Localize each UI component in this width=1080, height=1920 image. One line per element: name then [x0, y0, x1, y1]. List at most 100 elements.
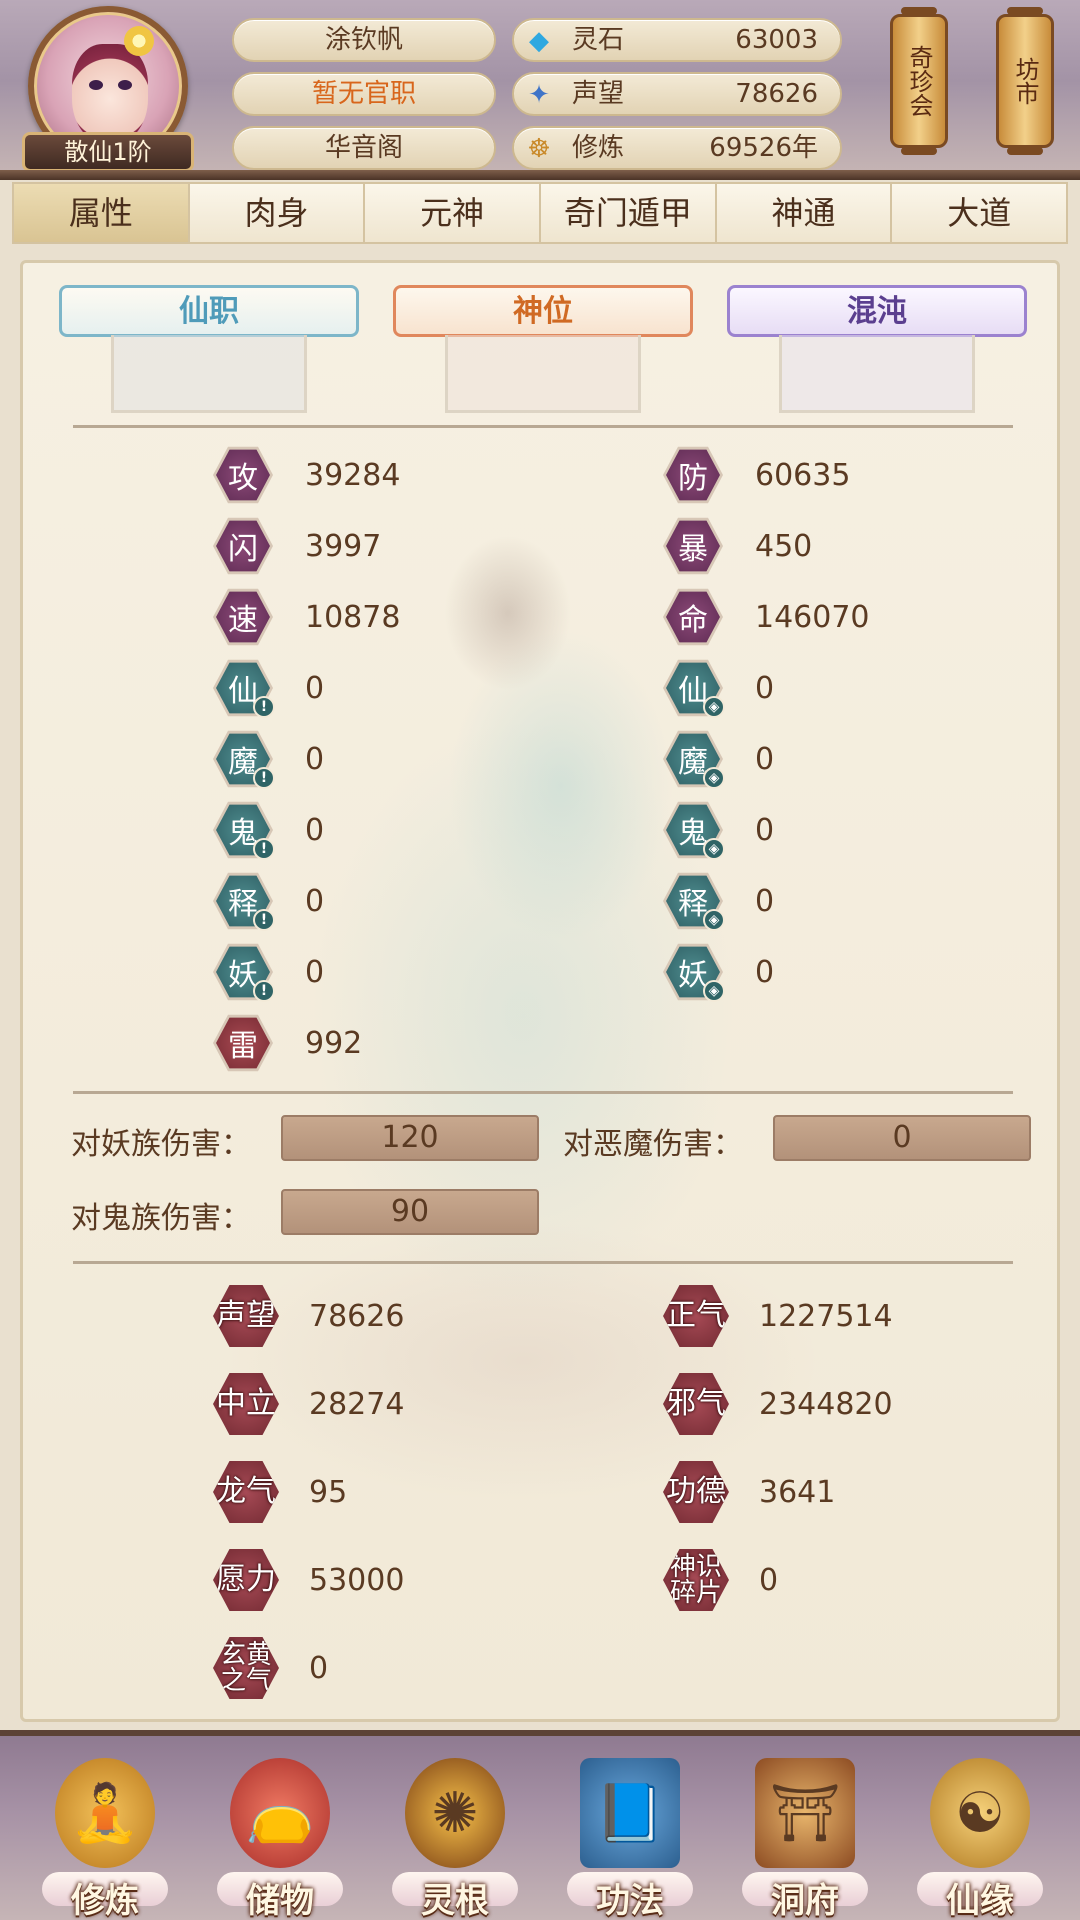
dodge-icon: 闪	[216, 520, 270, 572]
stat-ghost-attack: 鬼! 0	[213, 802, 325, 860]
sword-badge-icon: !	[253, 980, 275, 1002]
nav-cultivate[interactable]: 🧘 修炼	[30, 1754, 180, 1920]
shield-badge-icon: ◈	[703, 696, 725, 718]
tab-soul[interactable]: 元神	[365, 184, 542, 242]
misc-evil-qi: 邪气 2344820	[663, 1371, 893, 1437]
misc-wish-power: 愿力 53000	[213, 1547, 404, 1613]
sword-badge-icon: !	[253, 838, 275, 860]
tab-attributes[interactable]: 属性	[14, 184, 190, 242]
stat-immortal-defense: 仙 ◈ 0	[663, 660, 774, 718]
neutral-badge-icon: 中立	[213, 1372, 279, 1436]
merit-badge-icon: 功德	[663, 1460, 729, 1524]
stat-health: 命 146070	[663, 589, 870, 645]
rank-hundun[interactable]: 混沌	[727, 285, 1027, 415]
attributes-panel: 仙职 神位 混沌 攻 39284 闪 3997 速 10878 仙! 0 魔! …	[20, 260, 1060, 1722]
market-button[interactable]: 坊市	[996, 7, 1054, 155]
misc-dragon-qi: 龙气 95	[213, 1459, 347, 1525]
stat-yao-defense: 妖 ◈ 0	[663, 944, 774, 1002]
stat-value: 3997	[305, 528, 382, 564]
divider	[73, 425, 1013, 428]
bottom-nav: 🧘 修炼 👝 储物 ✺ 灵根 📘 功法 ⛩ 洞府 ☯ 仙缘	[0, 1730, 1080, 1920]
nav-label: 仙缘	[946, 1881, 1014, 1920]
thunder-icon: 雷	[216, 1017, 270, 1069]
reputation-badge-icon: 声望	[213, 1284, 279, 1348]
cultivation-icon: ☸	[527, 134, 551, 164]
damage-vs-demon-value: 0	[773, 1115, 1031, 1161]
evil-qi-badge-icon: 邪气	[663, 1372, 729, 1436]
damage-vs-yao-label: 对妖族伤害：	[71, 1127, 251, 1162]
xuanhuang-qi-badge-icon: 玄黄之气	[213, 1636, 279, 1700]
resource-label: 灵石	[572, 25, 625, 55]
spirit-stone-icon: ◆	[529, 26, 549, 56]
stat-buddha-defense: 释 ◈ 0	[663, 873, 775, 931]
spirit-root-icon: ✺	[405, 1758, 505, 1868]
rank-shenwei[interactable]: 神位	[393, 285, 693, 415]
misc-divine-sense-fragment: 神识碎片 0	[663, 1547, 778, 1613]
stat-value: 0	[305, 812, 325, 848]
reputation-icon: ✦	[528, 80, 550, 110]
stat-buddha-attack: 释! 0	[213, 873, 324, 931]
treasure-fair-button[interactable]: 奇珍会	[890, 7, 948, 155]
resource-value: 69526年	[709, 133, 818, 163]
stat-yao-attack: 妖! 0	[213, 944, 324, 1002]
stat-value: 10878	[305, 599, 401, 635]
nav-fate[interactable]: ☯ 仙缘	[905, 1754, 1055, 1920]
nav-technique[interactable]: 📘 功法	[555, 1754, 705, 1920]
nav-label: 灵根	[421, 1881, 489, 1920]
resource-label: 声望	[572, 79, 625, 109]
wish-power-badge-icon: 愿力	[213, 1548, 279, 1612]
stat-thunder: 雷 992	[213, 1015, 362, 1071]
stat-attack: 攻 39284	[213, 447, 400, 503]
stat-demon-defense: 魔 ◈ 0	[663, 731, 775, 789]
nav-cave[interactable]: ⛩ 洞府	[730, 1754, 880, 1920]
nav-storage[interactable]: 👝 储物	[205, 1754, 355, 1920]
stat-immortal-attack: 仙! 0	[213, 660, 324, 718]
tab-dao[interactable]: 大道	[892, 184, 1066, 242]
nav-label: 洞府	[771, 1881, 839, 1920]
avatar-eye-left	[89, 80, 103, 90]
misc-value: 78626	[309, 1298, 405, 1334]
stat-speed: 速 10878	[213, 589, 400, 645]
resource-label: 修炼	[572, 133, 625, 163]
stat-value: 0	[755, 741, 775, 777]
divine-sense-badge-icon: 神识碎片	[663, 1548, 729, 1612]
rank-shenwei-slot	[445, 335, 641, 413]
sword-badge-icon: !	[253, 767, 275, 789]
stat-value: 60635	[755, 457, 851, 493]
stat-value: 0	[755, 883, 775, 919]
stat-ghost-defense: 鬼 ◈ 0	[663, 802, 774, 860]
avatar-eye-right	[118, 80, 132, 90]
attack-icon: 攻	[216, 449, 270, 501]
resource-value: 78626	[735, 79, 818, 109]
tab-qimen[interactable]: 奇门遁甲	[541, 184, 717, 242]
misc-value: 2344820	[759, 1386, 893, 1422]
flower-hairpin-icon	[124, 26, 154, 56]
stat-value: 450	[755, 528, 813, 564]
nav-spirit-root[interactable]: ✺ 灵根	[380, 1754, 530, 1920]
official-position[interactable]: 暂无官职	[232, 72, 496, 116]
damage-vs-ghost-value: 90	[281, 1189, 539, 1235]
speed-icon: 速	[216, 591, 270, 643]
sword-badge-icon: !	[253, 696, 275, 718]
tab-skills[interactable]: 神通	[717, 184, 893, 242]
misc-value: 3641	[759, 1474, 836, 1510]
rank-shenwei-title: 神位	[393, 285, 693, 337]
tab-body[interactable]: 肉身	[190, 184, 366, 242]
misc-value: 28274	[309, 1386, 405, 1422]
nav-label: 功法	[596, 1881, 664, 1920]
rank-xianzhi[interactable]: 仙职	[59, 285, 359, 415]
misc-reputation: 声望 78626	[213, 1283, 404, 1349]
stat-demon-attack: 魔! 0	[213, 731, 324, 789]
righteous-qi-badge-icon: 正气	[663, 1284, 729, 1348]
stat-value: 39284	[305, 457, 401, 493]
stat-value: 992	[305, 1025, 363, 1061]
misc-value: 1227514	[759, 1298, 893, 1334]
defense-icon: 防	[666, 449, 720, 501]
resource-value: 63003	[735, 25, 818, 55]
sect-name: 华音阁	[232, 126, 496, 170]
misc-value: 0	[759, 1562, 779, 1598]
rank-plate: 散仙1阶	[22, 132, 194, 172]
stat-dodge: 闪 3997	[213, 518, 381, 574]
avatar-portrait	[72, 44, 148, 144]
rank-hundun-title: 混沌	[727, 285, 1027, 337]
